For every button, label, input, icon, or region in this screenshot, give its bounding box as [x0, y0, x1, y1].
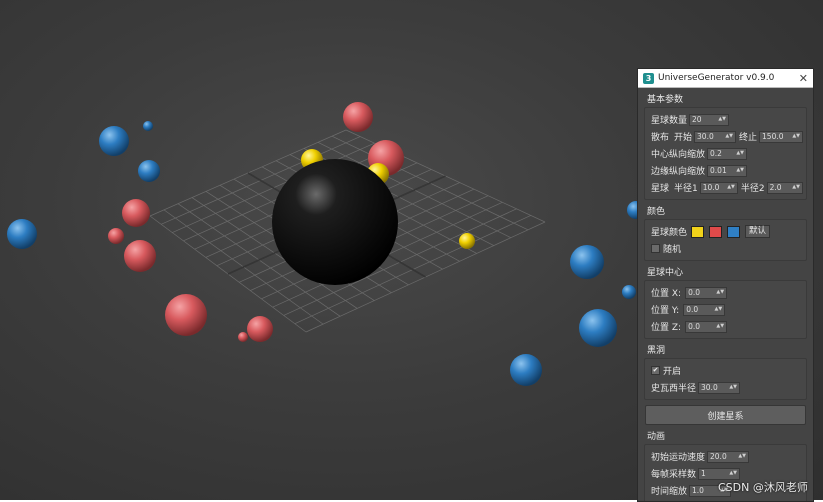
red-planet: [122, 199, 150, 227]
pos-z-label: 位置 Z:: [651, 323, 682, 333]
samples-spinner[interactable]: 1 ▲▼: [698, 467, 741, 480]
pos-x-spinner[interactable]: 0.0 ▲▼: [685, 286, 728, 299]
basic-params-group: 星球数量 20 ▲▼ 散布 开始 30.0 ▲▼ 终止 150.0 ▲▼ 中心纵向缩放…: [644, 107, 807, 200]
enable-checkbox[interactable]: ✔: [651, 366, 660, 375]
edge-vscale-label: 边缘纵向缩放: [651, 167, 706, 177]
blue-planet: [570, 245, 604, 279]
window-title: UniverseGenerator v0.9.0: [658, 73, 775, 83]
star-count-spinner[interactable]: 20 ▲▼: [689, 113, 730, 126]
default-button[interactable]: 默认: [745, 225, 771, 238]
red-planet: [343, 102, 373, 132]
blue-planet: [510, 354, 542, 386]
blue-color-swatch[interactable]: [727, 225, 741, 238]
center-label: 星球中心: [647, 268, 684, 278]
random-checkbox[interactable]: [651, 244, 660, 253]
radius1-label: 半径1: [674, 184, 698, 194]
planet-label: 星球: [651, 184, 670, 194]
samples-label: 每帧采样数: [651, 470, 697, 480]
center-vscale-spinner[interactable]: 0.2 ▲▼: [707, 147, 748, 160]
red-planet: [247, 316, 273, 342]
center-vscale-label: 中心纵向缩放: [651, 150, 706, 160]
radius2-spinner[interactable]: 2.0 ▲▼: [766, 181, 803, 194]
time-scale-label: 时间缩放: [651, 487, 688, 497]
color-label: 颜色: [647, 207, 666, 217]
red-color-swatch[interactable]: [709, 225, 723, 238]
universe-generator-panel: 3 UniverseGenerator v0.9.0 ✕ 基本参数 星球数量 2…: [637, 68, 814, 502]
end-spinner[interactable]: 150.0 ▲▼: [759, 130, 804, 143]
edge-vscale-spinner[interactable]: 0.01 ▲▼: [707, 164, 748, 177]
start-spinner[interactable]: 30.0 ▲▼: [694, 130, 737, 143]
schwarzschild-label: 史瓦西半径: [651, 384, 697, 394]
create-galaxy-button[interactable]: 创建星系: [645, 405, 806, 425]
distribution-label: 散布: [651, 133, 670, 143]
blue-planet: [622, 285, 636, 299]
blue-planet: [579, 309, 617, 347]
basic-params-label: 基本参数: [647, 95, 684, 105]
red-planet: [108, 228, 124, 244]
red-planet: [238, 332, 248, 342]
init-speed-spinner[interactable]: 20.0 ▲▼: [707, 450, 750, 463]
start-label: 开始: [674, 133, 693, 143]
center-group: 位置 X: 0.0 ▲▼ 位置 Y: 0.0 ▲▼ 位置 Z: 0.0 ▲▼: [644, 280, 807, 339]
red-planet: [124, 240, 156, 272]
animation-label: 动画: [647, 432, 666, 442]
enable-label: 开启: [663, 367, 682, 377]
blue-planet: [138, 160, 160, 182]
random-label: 随机: [663, 245, 682, 255]
planet-color-label: 星球颜色: [651, 228, 688, 238]
radius1-spinner[interactable]: 10.0 ▲▼: [699, 181, 738, 194]
close-icon[interactable]: ✕: [799, 72, 808, 85]
black-hole-label: 黑洞: [647, 346, 666, 356]
pos-x-label: 位置 X:: [651, 289, 682, 299]
init-speed-label: 初始运动速度: [651, 453, 706, 463]
red-planet: [165, 294, 207, 336]
blue-planet: [7, 219, 37, 249]
yellow-planet: [459, 233, 475, 249]
black-hole-sphere: [272, 159, 398, 285]
blue-planet: [143, 121, 153, 131]
schwarzschild-spinner[interactable]: 30.0 ▲▼: [698, 381, 741, 394]
end-label: 终止: [739, 133, 758, 143]
title-bar[interactable]: 3 UniverseGenerator v0.9.0 ✕: [638, 69, 813, 88]
color-group: 星球颜色 默认 随机: [644, 219, 807, 261]
star-count-label: 星球数量: [651, 116, 688, 126]
yellow-color-swatch[interactable]: [691, 225, 705, 238]
blue-planet: [99, 126, 129, 156]
pos-y-label: 位置 Y:: [651, 306, 680, 316]
app-icon: 3: [643, 72, 654, 84]
pos-z-spinner[interactable]: 0.0 ▲▼: [685, 320, 728, 333]
watermark: CSDN @沐风老师: [718, 481, 808, 494]
pos-y-spinner[interactable]: 0.0 ▲▼: [683, 303, 726, 316]
planets: [7, 102, 645, 386]
radius2-label: 半径2: [740, 184, 765, 194]
black-hole-group: ✔ 开启 史瓦西半径 30.0 ▲▼: [644, 358, 807, 400]
